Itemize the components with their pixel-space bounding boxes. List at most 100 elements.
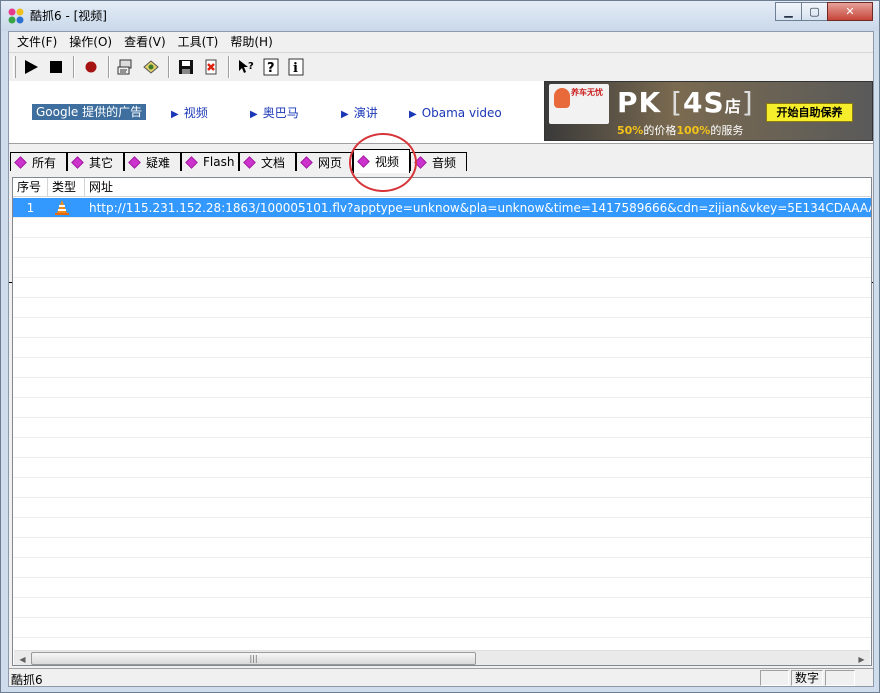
scroll-left-button[interactable]: ◀: [14, 651, 31, 665]
google-ad-label[interactable]: Google 提供的广告: [32, 104, 147, 120]
col-index[interactable]: 序号: [13, 178, 48, 197]
diamond-icon: [71, 155, 84, 169]
minimize-button[interactable]: ▁: [775, 2, 802, 21]
table-row[interactable]: [13, 378, 871, 398]
play-icon: [25, 59, 38, 74]
table-row[interactable]: [13, 578, 871, 598]
play-button[interactable]: [19, 55, 43, 78]
network-icon: [117, 59, 132, 74]
arrow-right-icon: ▶: [858, 654, 865, 664]
toolbar-separator: [228, 55, 230, 78]
table-row[interactable]: [13, 558, 871, 578]
window-title: 酷抓6 - [视频]: [30, 9, 107, 23]
tab-docs[interactable]: 文档: [239, 152, 296, 171]
diamond-icon: [300, 155, 313, 169]
banner-cta-button[interactable]: 开始自助保养: [766, 103, 853, 122]
table-row[interactable]: [13, 498, 871, 518]
toolbar-grip[interactable]: [13, 55, 16, 78]
info-button[interactable]: i: [284, 55, 308, 78]
title-bar[interactable]: 酷抓6 - [视频] ▁ ▢ ✕: [1, 1, 879, 31]
minimize-icon: ▁: [784, 5, 793, 18]
table-row[interactable]: [13, 218, 871, 238]
table-row[interactable]: [13, 478, 871, 498]
table-row[interactable]: [13, 258, 871, 278]
row-index: 1: [26, 201, 35, 215]
client-area: 文件(F) 操作(O) 查看(V) 工具(T) 帮助(H) ? ? i Goog…: [8, 31, 874, 687]
play-triangle-icon: ▶: [341, 109, 349, 120]
list-header: 序号 类型 网址: [13, 178, 871, 197]
toolbar-separator: [168, 55, 170, 78]
diamond-icon: [185, 155, 198, 169]
table-row[interactable]: [13, 338, 871, 358]
app-window: 酷抓6 - [视频] ▁ ▢ ✕ 文件(F) 操作(O) 查看(V) 工具(T)…: [0, 0, 880, 693]
delete-icon: [205, 59, 217, 74]
table-row[interactable]: [13, 418, 871, 438]
menu-view[interactable]: 查看(V): [118, 32, 172, 52]
menu-operate[interactable]: 操作(O): [63, 32, 118, 52]
tab-flash[interactable]: Flash: [181, 152, 239, 171]
record-button[interactable]: [79, 55, 103, 78]
tab-hard[interactable]: 疑难: [124, 152, 181, 171]
table-row[interactable]: [13, 278, 871, 298]
table-row[interactable]: [13, 298, 871, 318]
maximize-icon: ▢: [809, 5, 820, 18]
tab-strip: 所有 其它 疑难 Flash 文档 网页 视频 音频: [9, 143, 873, 283]
delete-button[interactable]: [199, 55, 223, 78]
stop-button[interactable]: [44, 55, 68, 78]
menu-help[interactable]: 帮助(H): [224, 32, 278, 52]
col-url[interactable]: 网址: [85, 178, 871, 197]
ad-link-video[interactable]: ▶ 视频: [171, 105, 208, 123]
ad-link-label: 演讲: [353, 106, 378, 120]
table-row[interactable]: [13, 598, 871, 618]
tab-video[interactable]: 视频: [353, 149, 410, 173]
table-row[interactable]: [13, 538, 871, 558]
ad-link-label: 视频: [183, 106, 208, 120]
ad-link-obama-video[interactable]: ▶ Obama video: [409, 105, 502, 123]
horizontal-scrollbar[interactable]: ◀ ||| ▶: [14, 650, 870, 665]
play-triangle-icon: ▶: [250, 109, 258, 120]
resource-button[interactable]: [139, 55, 163, 78]
close-button[interactable]: ✕: [827, 2, 873, 21]
table-row[interactable]: [13, 358, 871, 378]
tab-other[interactable]: 其它: [67, 152, 124, 171]
diamond-icon: [414, 155, 427, 169]
table-row[interactable]: [13, 318, 871, 338]
scroll-right-button[interactable]: ▶: [853, 651, 870, 665]
svg-text:i: i: [293, 61, 298, 76]
tab-all[interactable]: 所有: [10, 152, 67, 171]
table-row[interactable]: [13, 618, 871, 638]
tab-label: 音频: [432, 155, 457, 170]
resource-list[interactable]: 序号 类型 网址 1 http://115.231.152.28:1863/100…: [12, 177, 872, 666]
tab-audio[interactable]: 音频: [410, 152, 467, 171]
table-row[interactable]: 1 http://115.231.152.28:1863/100005101.fl…: [13, 198, 871, 218]
table-row[interactable]: [13, 458, 871, 478]
tab-label: 视频: [375, 155, 400, 169]
network-button[interactable]: [114, 55, 138, 78]
menu-file[interactable]: 文件(F): [11, 32, 63, 52]
banner-subtext: 50%的价格100%的服务: [617, 124, 744, 137]
svg-text:?: ?: [248, 61, 254, 72]
context-help-icon: ?: [239, 59, 254, 73]
diamond-icon: [357, 155, 370, 168]
table-row[interactable]: [13, 438, 871, 458]
help-button[interactable]: ?: [259, 55, 283, 78]
table-row[interactable]: [13, 238, 871, 258]
tab-label: 文档: [261, 155, 286, 170]
maximize-button[interactable]: ▢: [801, 2, 828, 21]
ad-banner[interactable]: 养车无忧 PK [4S店] 50%的价格100%的服务 开始自助保养: [544, 81, 873, 141]
save-button[interactable]: [174, 55, 198, 78]
scroll-thumb[interactable]: |||: [31, 652, 476, 665]
context-help-button[interactable]: ?: [234, 55, 258, 78]
ad-link-speech[interactable]: ▶ 演讲: [341, 105, 378, 123]
play-triangle-icon: ▶: [409, 109, 417, 120]
tab-label: Flash: [203, 155, 235, 169]
table-row[interactable]: [13, 398, 871, 418]
ad-link-obama-cn[interactable]: ▶ 奥巴马: [250, 105, 299, 123]
menu-tools[interactable]: 工具(T): [172, 32, 225, 52]
arrow-left-icon: ◀: [19, 654, 26, 664]
tab-web[interactable]: 网页: [296, 152, 353, 171]
tab-label: 所有: [32, 155, 57, 170]
banner-logo: 养车无忧: [549, 84, 609, 124]
table-row[interactable]: [13, 518, 871, 538]
col-type[interactable]: 类型: [48, 178, 85, 197]
